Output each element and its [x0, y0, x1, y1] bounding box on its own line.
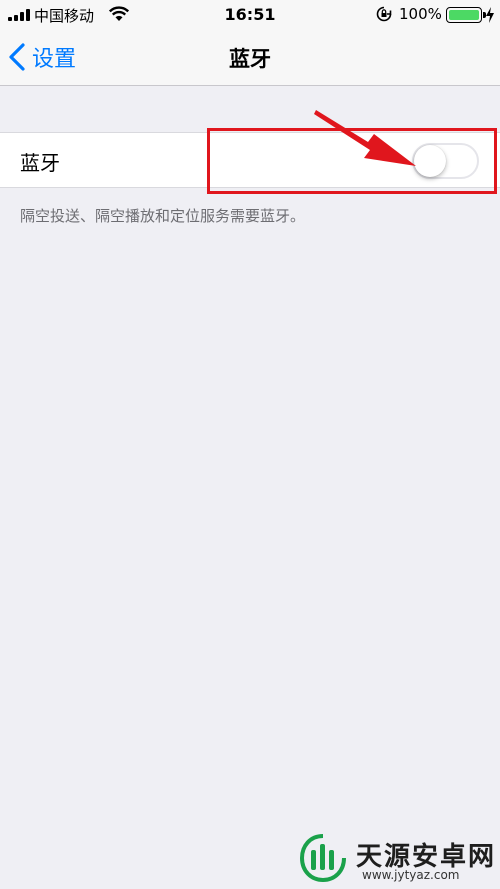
- battery-fill: [449, 10, 479, 20]
- bluetooth-footer-note: 隔空投送、隔空播放和定位服务需要蓝牙。: [20, 207, 306, 225]
- status-bar: 中国移动 16:51 100%: [0, 0, 500, 30]
- watermark-logo-icon: [299, 834, 346, 883]
- page-title: 蓝牙: [229, 47, 271, 71]
- annotation-arrow-icon: [314, 110, 416, 166]
- rotation-lock-icon: [376, 6, 392, 22]
- battery-percent: 100%: [399, 5, 442, 23]
- navigation-bar: 设置 蓝牙: [0, 30, 500, 86]
- watermark-url: www.jytyaz.com: [362, 868, 460, 882]
- bluetooth-row-label: 蓝牙: [20, 151, 60, 175]
- watermark: 天源安卓网 www.jytyaz.com: [296, 832, 496, 884]
- charging-icon: [486, 7, 494, 23]
- battery-icon: [446, 7, 486, 23]
